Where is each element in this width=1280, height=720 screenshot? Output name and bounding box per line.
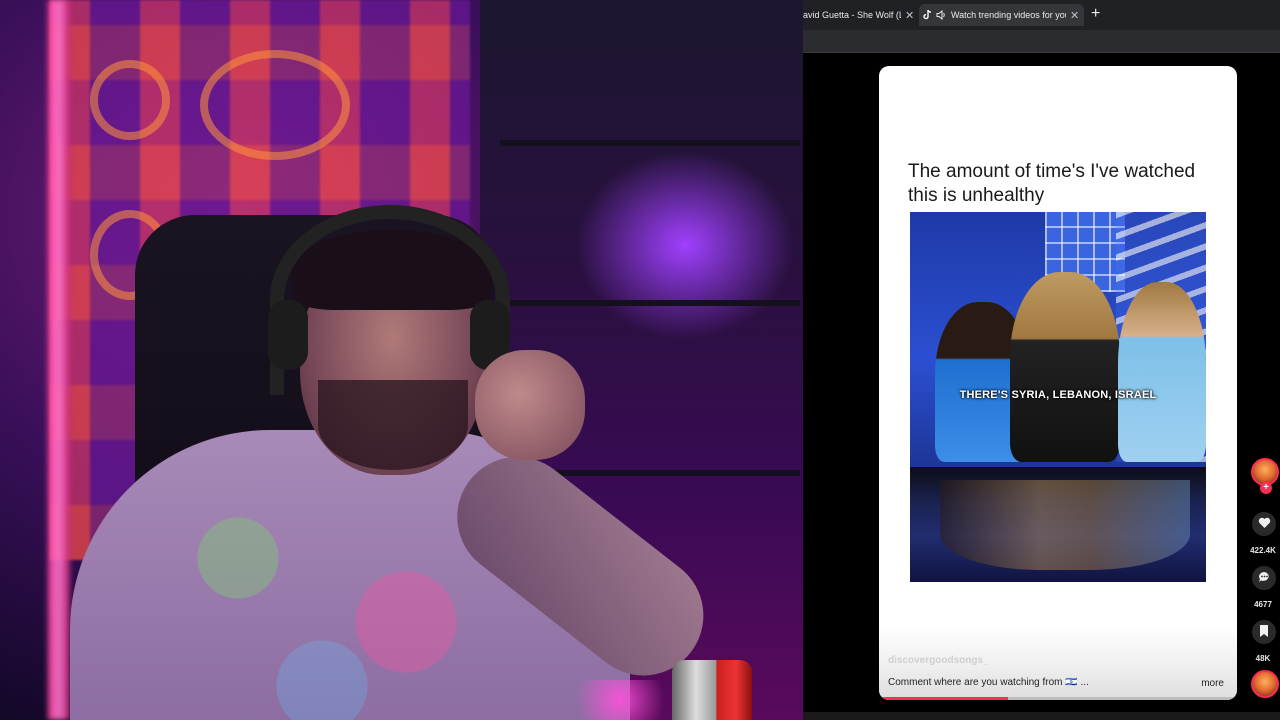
curtain-motif <box>90 60 170 140</box>
contestant-right <box>1118 282 1206 462</box>
soda-can <box>672 660 752 720</box>
tab-bar: avid Guetta - She Wolf (Lyric ✕ Watch tr… <box>803 0 1280 30</box>
webcam-feed <box>0 0 803 720</box>
streamer-hand <box>475 350 585 460</box>
video-progress-bar[interactable] <box>879 697 1237 700</box>
contestant-center <box>1010 272 1120 462</box>
tab-title: avid Guetta - She Wolf (Lyric <box>803 10 901 20</box>
like-button[interactable] <box>1252 512 1276 536</box>
video-caption: The amount of time's I've watched this i… <box>908 161 1196 206</box>
browser-window: avid Guetta - She Wolf (Lyric ✕ Watch tr… <box>803 0 1280 720</box>
shelf-board <box>500 300 800 306</box>
save-button[interactable] <box>1252 620 1276 644</box>
bookmark-icon <box>1259 624 1269 640</box>
tab-she-wolf[interactable]: avid Guetta - She Wolf (Lyric ✕ <box>803 4 915 26</box>
curtain-motif <box>200 50 350 160</box>
browser-bottom-edge <box>803 712 1280 720</box>
browser-toolbar <box>803 30 1280 52</box>
headset-earcup <box>268 300 308 370</box>
headset-band <box>270 205 510 395</box>
heart-icon <box>1258 517 1271 532</box>
close-icon[interactable]: ✕ <box>1070 9 1079 22</box>
tiktok-icon <box>923 10 932 20</box>
desk-leds <box>560 680 680 720</box>
music-disc-avatar[interactable] <box>1251 670 1279 698</box>
desk-reflection <box>940 480 1190 570</box>
shelf-board <box>500 140 800 146</box>
tab-title: Watch trending videos for you <box>951 10 1066 20</box>
more-button[interactable]: more <box>1201 678 1224 689</box>
creator-username[interactable]: discovergoodsongs_ <box>888 655 989 666</box>
follow-button[interactable]: + <box>1260 482 1272 494</box>
new-tab-button[interactable]: + <box>1091 5 1100 23</box>
led-light-strip <box>48 0 70 720</box>
shelf-glow <box>575 150 795 340</box>
comment-button[interactable] <box>1252 566 1276 590</box>
comment-icon <box>1258 571 1271 586</box>
video-player[interactable]: The amount of time's I've watched this i… <box>879 66 1237 700</box>
video-description: Comment where are you watching from 🇮🇱 .… <box>888 677 1089 688</box>
comment-count: 4677 <box>1254 600 1272 609</box>
like-count: 422.4K <box>1250 546 1276 555</box>
toolbar-divider <box>803 52 1280 53</box>
video-clip[interactable]: THERE'S SYRIA, LEBANON, ISRAEL <box>910 212 1206 582</box>
video-subtitle: THERE'S SYRIA, LEBANON, ISRAEL <box>959 389 1157 401</box>
close-icon[interactable]: ✕ <box>905 9 914 22</box>
save-count: 48K <box>1255 654 1271 663</box>
tab-tiktok[interactable]: Watch trending videos for you ✕ <box>919 4 1084 26</box>
speaker-icon[interactable] <box>936 10 947 20</box>
progress-fill <box>879 697 1008 700</box>
action-rail: + 422.4K 4677 48K <box>1243 0 1280 720</box>
